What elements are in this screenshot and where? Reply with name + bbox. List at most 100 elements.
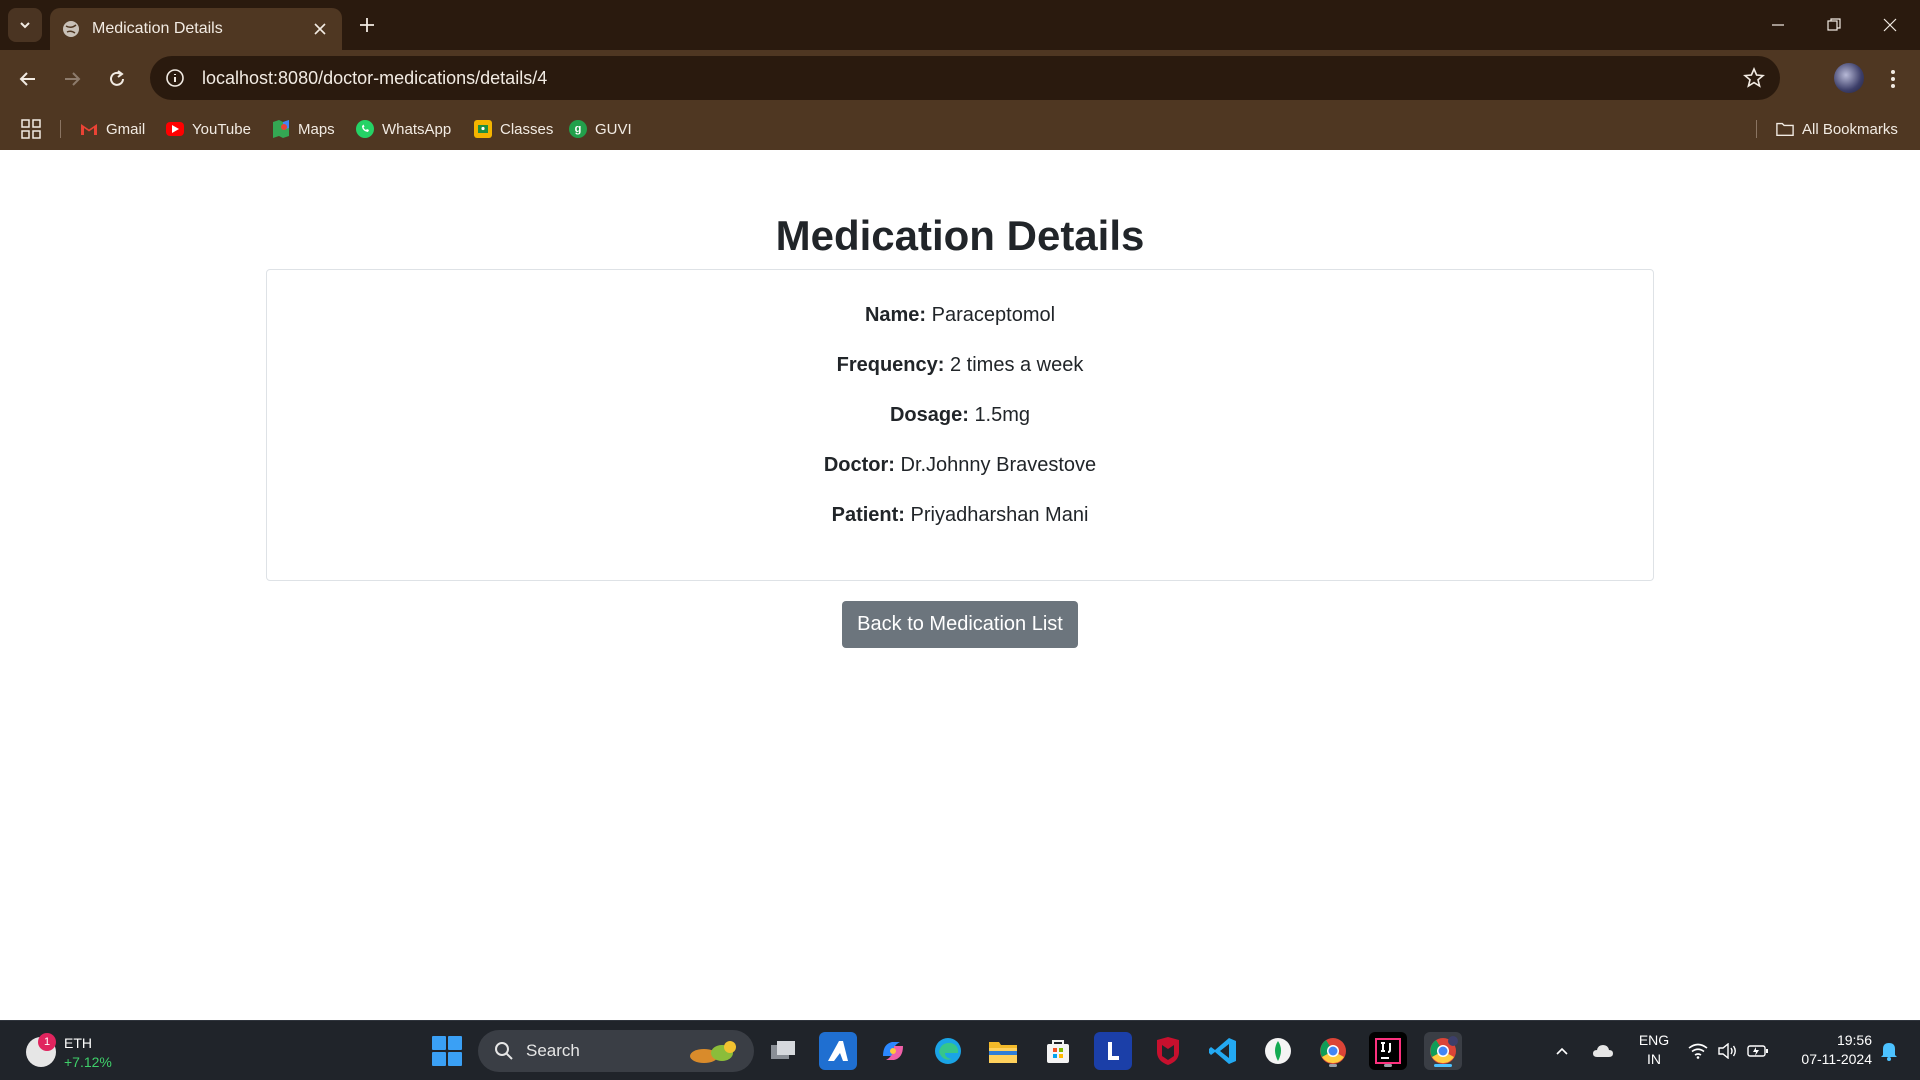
detail-label: Dosage: [889, 404, 969, 426]
start-button[interactable] [432, 1036, 462, 1066]
bookmark-label: GUVI [595, 120, 632, 138]
store-button[interactable] [1039, 1032, 1077, 1070]
vscode-icon [1209, 1038, 1236, 1064]
windows-taskbar: 1 ETH +7.12% Search ENG IN 19:56 07-11-2… [0, 1020, 1920, 1080]
bookmark-label: Classes [500, 120, 554, 138]
speaker-icon [1718, 1043, 1736, 1059]
chrome-profile-button[interactable] [1424, 1032, 1462, 1070]
forward-nav-button[interactable] [54, 61, 90, 97]
folder-icon [1776, 120, 1794, 138]
maps-icon [272, 120, 290, 138]
chevron-down-icon [20, 22, 30, 29]
ticker-change: +7.12% [64, 1054, 112, 1070]
browser-menu-button[interactable] [1880, 61, 1906, 97]
language-indicator[interactable]: ENG IN [1634, 1031, 1674, 1069]
bookmark-maps[interactable]: Maps [272, 116, 335, 142]
guvi-icon: g [569, 120, 587, 138]
reload-icon [110, 70, 124, 86]
windows-logo-tile [432, 1052, 446, 1066]
bookmark-guvi[interactable]: g GUVI [569, 116, 632, 142]
detail-patient: Patient: Priyadharshan Mani [267, 504, 1653, 527]
medication-details-card: Name: Paraceptomol Frequency: 2 times a … [266, 269, 1654, 581]
apps-grid-icon[interactable] [20, 118, 42, 140]
tab-medication-details[interactable]: Medication Details [50, 8, 342, 50]
leaf-icon [1265, 1038, 1291, 1064]
detail-label: Patient: [831, 504, 905, 526]
wifi-icon [1688, 1043, 1708, 1059]
detail-frequency: Frequency: 2 times a week [267, 354, 1653, 377]
battery-icon [1747, 1045, 1768, 1057]
intellij-button[interactable] [1369, 1032, 1407, 1070]
all-bookmarks-label: All Bookmarks [1802, 120, 1898, 138]
chevron-up-icon [1556, 1047, 1568, 1055]
bookmark-label: Maps [298, 120, 335, 138]
new-tab-button[interactable] [352, 10, 382, 40]
onedrive-button[interactable] [1588, 1021, 1618, 1080]
ticker-widget[interactable]: 1 ETH +7.12% [22, 1033, 142, 1073]
running-indicator [1329, 1064, 1337, 1067]
bookmarks-divider [1756, 120, 1757, 138]
volume-button[interactable] [1714, 1021, 1742, 1080]
bookmarks-divider [60, 120, 61, 138]
detail-label: Name: [864, 304, 927, 326]
whatsapp-icon [356, 120, 374, 138]
task-view-icon [771, 1041, 795, 1059]
page-content: Medication Details Name: Paraceptomol Fr… [0, 150, 1920, 1020]
restore-button[interactable] [1806, 0, 1862, 50]
address-bar[interactable]: localhost:8080/doctor-medications/detail… [150, 56, 1780, 100]
tab-search-button[interactable] [8, 8, 42, 42]
back-nav-button[interactable] [10, 61, 46, 97]
chrome-button[interactable] [1314, 1032, 1352, 1070]
tab-title: Medication Details [92, 20, 223, 37]
detail-value: 1.5mg [974, 404, 1031, 426]
edge-icon [935, 1038, 961, 1064]
close-window-button[interactable] [1862, 0, 1918, 50]
detail-value: Dr.Johnny Bravestove [900, 454, 1097, 476]
browser-tab-strip: Medication Details [0, 0, 1920, 50]
wifi-button[interactable] [1684, 1021, 1712, 1080]
site-info-icon[interactable] [164, 67, 186, 89]
file-explorer-button[interactable] [984, 1032, 1022, 1070]
mcafee-button[interactable] [1149, 1032, 1187, 1070]
taskbar-app-l[interactable] [1094, 1032, 1132, 1070]
detail-label: Frequency: [836, 354, 945, 376]
a-app-icon [828, 1041, 848, 1061]
detail-doctor: Doctor: Dr.Johnny Bravestove [267, 454, 1653, 477]
back-to-list-button[interactable]: Back to Medication List [842, 601, 1078, 648]
close-icon [1883, 18, 1897, 32]
arrow-right-icon [65, 72, 81, 86]
bookmarks-bar: Gmail YouTube Maps WhatsApp Classes g GU… [0, 108, 1920, 150]
browser-toolbar: localhost:8080/doctor-medications/detail… [0, 50, 1920, 108]
page-title: Medication Details [775, 212, 1145, 259]
language-code: ENG [1638, 1032, 1670, 1048]
notifications-button[interactable] [1874, 1021, 1904, 1080]
taskbar-app-green[interactable] [1259, 1032, 1297, 1070]
reload-button[interactable] [99, 61, 135, 97]
bookmark-classes[interactable]: Classes [474, 116, 553, 142]
vscode-button[interactable] [1204, 1032, 1242, 1070]
bookmark-youtube[interactable]: YouTube [166, 116, 251, 142]
bookmark-star-icon[interactable] [1742, 66, 1766, 90]
all-bookmarks-button[interactable]: All Bookmarks [1776, 116, 1898, 142]
bookmark-label: WhatsApp [382, 120, 452, 138]
task-view-button[interactable] [764, 1032, 802, 1070]
minimize-icon [1772, 24, 1784, 26]
close-tab-icon[interactable] [310, 19, 330, 39]
taskbar-search[interactable]: Search [478, 1030, 754, 1072]
minimize-button[interactable] [1750, 0, 1806, 50]
profile-avatar[interactable] [1834, 63, 1864, 93]
bookmark-whatsapp[interactable]: WhatsApp [356, 116, 451, 142]
bookmark-gmail[interactable]: Gmail [80, 116, 145, 142]
battery-button[interactable] [1744, 1021, 1772, 1080]
taskbar-app-a[interactable] [819, 1032, 857, 1070]
detail-label: Doctor: [823, 454, 895, 476]
system-clock[interactable]: 19:56 07-11-2024 [1780, 1031, 1872, 1069]
notification-badge: 1 [38, 1033, 56, 1051]
restore-icon [1827, 18, 1841, 31]
copilot-button[interactable] [874, 1032, 912, 1070]
search-icon [495, 1042, 513, 1060]
ticker-title: ETH [64, 1035, 92, 1051]
edge-button[interactable] [929, 1032, 967, 1070]
show-hidden-icons-button[interactable] [1550, 1021, 1574, 1080]
intellij-icon [1375, 1038, 1401, 1064]
